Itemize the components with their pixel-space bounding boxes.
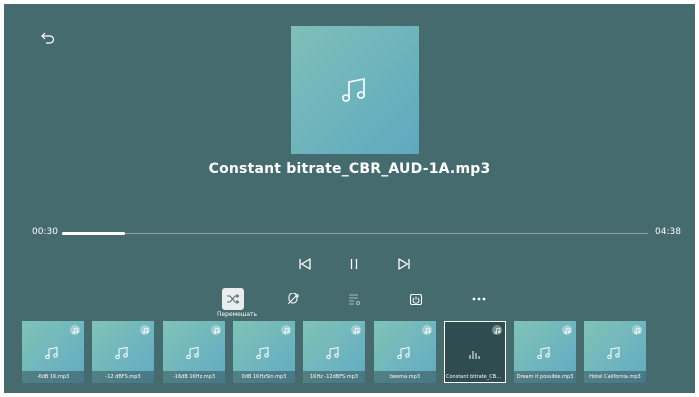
playlist-item-title: -6dB 1K.mp3 [22,371,84,383]
music-note-icon [325,345,341,365]
playlist-item[interactable]: Hotel California.mp3 [584,321,646,383]
previous-button[interactable] [294,253,316,275]
music-badge-icon [281,325,291,335]
music-badge-icon [492,325,502,335]
back-arrow-icon [41,32,55,44]
shuffle-tooltip: Перемешать [216,311,258,318]
music-note-icon [185,345,201,365]
playlist-item[interactable]: beema.mp3 [374,321,436,383]
playlist-item-title: Constant bitrate_CBR... [446,374,505,380]
progress-fill [62,232,126,235]
music-note-icon [44,345,60,365]
music-badge-icon [562,325,572,335]
playlist-item[interactable]: -16dB 1KHz.mp3 [163,321,225,383]
playlist-item-title: -16dB 1KHz.mp3 [163,371,225,383]
playlist-item-title: beema.mp3 [374,371,436,383]
pause-icon [350,259,358,269]
playlist-item-current[interactable]: Constant bitrate_CBR... [444,321,506,383]
equalizer-icon [466,345,484,364]
music-badge-icon [211,325,221,335]
repeat-off-icon [287,293,300,305]
music-note-icon [341,78,366,102]
shuffle-button[interactable] [222,288,244,310]
elapsed-time: 00:30 [32,227,58,237]
music-player-screen: Constant bitrate_CBR_AUD-1A.mp3 00:30 04… [4,4,695,393]
skip-next-icon [398,258,410,270]
playlist-item[interactable]: -6dB 1K.mp3 [22,321,84,383]
music-badge-icon [351,325,361,335]
music-note-icon [114,345,130,365]
pause-button[interactable] [343,253,365,275]
more-options-button[interactable] [468,288,490,310]
music-badge-icon [140,325,150,335]
album-cover [291,26,419,154]
playlist-item-title: -12 dBFS.mp3 [92,371,154,383]
music-badge-icon [632,325,642,335]
music-note-icon [255,345,271,365]
playlist-button[interactable] [344,288,366,310]
playlist-item-title: 0dB 1KHzSin.mp3 [233,371,295,383]
playlist-item-title: Dream it possible.mp3 [514,371,576,383]
playlist-item-title: Hotel California.mp3 [584,371,646,383]
power-timer-icon [409,293,423,305]
playlist-item-title: 1KHz -12dBFS.mp3 [303,371,365,383]
playlist-item[interactable]: 1KHz -12dBFS.mp3 [303,321,365,383]
playlist-item[interactable]: 0dB 1KHzSin.mp3 [233,321,295,383]
playlist-item[interactable]: Dream it possible.mp3 [514,321,576,383]
sleep-timer-button[interactable] [405,288,427,310]
shuffle-icon [227,294,240,304]
playlist-icon [349,294,360,305]
progress-bar[interactable] [62,232,648,235]
more-dots-icon [472,297,486,301]
music-note-icon [396,345,412,365]
next-button[interactable] [393,253,415,275]
music-note-icon [536,345,552,365]
skip-previous-icon [299,258,311,270]
playlist-item[interactable]: -12 dBFS.mp3 [92,321,154,383]
music-badge-icon [70,325,80,335]
music-note-icon [606,345,622,365]
track-title: Constant bitrate_CBR_AUD-1A.mp3 [208,161,491,177]
music-badge-icon [422,325,432,335]
back-button[interactable] [38,28,58,48]
repeat-off-button[interactable] [282,288,304,310]
total-duration: 04:38 [655,227,681,237]
